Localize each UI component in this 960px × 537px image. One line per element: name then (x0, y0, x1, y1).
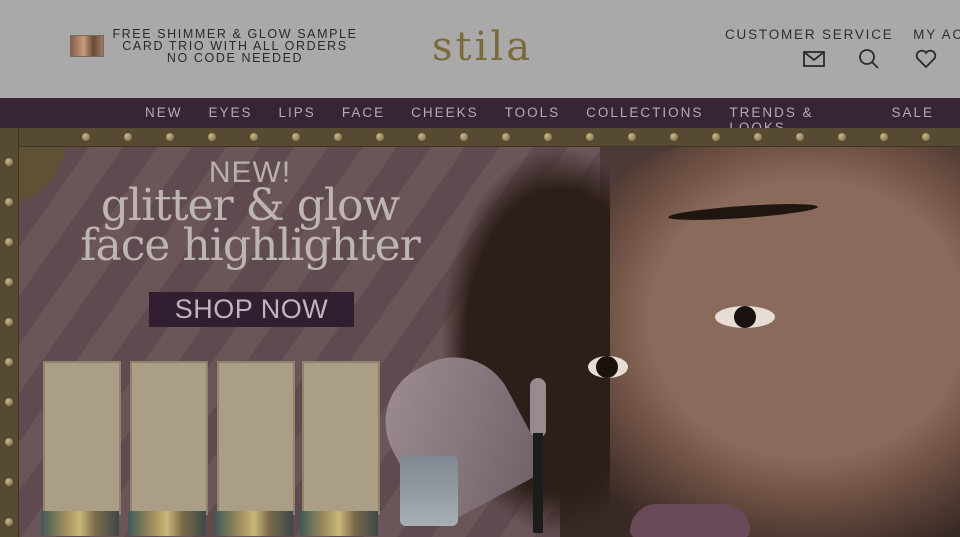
rivet (5, 278, 13, 286)
rivet (712, 133, 720, 141)
model-pupil-right (734, 306, 756, 328)
rivet (754, 133, 762, 141)
mail-icon[interactable] (802, 48, 826, 70)
customer-service-link[interactable]: CUSTOMER SERVICE (725, 27, 894, 42)
rivet (5, 398, 13, 406)
product-tube (217, 361, 295, 515)
hero-title-line-2: face highlighter (80, 220, 421, 271)
rivet (5, 518, 13, 526)
rivet (250, 133, 258, 141)
heart-icon[interactable] (914, 48, 938, 70)
product-tube (43, 361, 121, 515)
rivet (418, 133, 426, 141)
rivet (796, 133, 804, 141)
search-icon[interactable] (857, 48, 881, 70)
promo-text: FREE SHIMMER & GLOW SAMPLE CARD TRIO WIT… (112, 28, 358, 65)
my-account-link[interactable]: MY ACCO (913, 27, 960, 42)
product-cap (128, 511, 206, 536)
rivet (838, 133, 846, 141)
rivet-border-left (0, 128, 19, 537)
highlighter-jar (400, 456, 458, 526)
promo-line-3: NO CODE NEEDED (166, 51, 304, 65)
hero-banner[interactable]: NEW! glitter & glow face highlighter SHO… (0, 128, 960, 537)
main-nav: NEW EYES LIPS FACE CHEEKS TOOLS COLLECTI… (0, 98, 960, 135)
product-tube (302, 361, 380, 515)
product-tube (130, 361, 208, 515)
rivet (334, 133, 342, 141)
shop-now-button[interactable]: SHOP NOW (149, 292, 354, 327)
promo-banner[interactable]: FREE SHIMMER & GLOW SAMPLE CARD TRIO WIT… (70, 28, 358, 64)
rivet (376, 133, 384, 141)
highlighter-wand (533, 433, 543, 533)
rivet (544, 133, 552, 141)
rivet (670, 133, 678, 141)
rivet (82, 133, 90, 141)
rivet (166, 133, 174, 141)
utility-links: CUSTOMER SERVICE MY ACCO (725, 27, 960, 42)
rivet (628, 133, 636, 141)
rivet (586, 133, 594, 141)
rivet (5, 438, 13, 446)
rivet (124, 133, 132, 141)
rivet (208, 133, 216, 141)
model-face-image (560, 142, 960, 537)
model-pupil-left (596, 356, 618, 378)
rivet (460, 133, 468, 141)
rivet (922, 133, 930, 141)
hero-title: glitter & glow face highlighter (45, 184, 455, 271)
stila-logo[interactable]: stila (432, 24, 533, 70)
rivet (502, 133, 510, 141)
highlighter-wand-tip (530, 378, 546, 438)
product-cap (300, 511, 378, 536)
promo-thumbnail (70, 35, 104, 57)
rivet (5, 238, 13, 246)
rivet (292, 133, 300, 141)
top-header: FREE SHIMMER & GLOW SAMPLE CARD TRIO WIT… (0, 0, 960, 98)
rivet (5, 198, 13, 206)
rivet (880, 133, 888, 141)
product-cap (41, 511, 119, 536)
rivet (5, 358, 13, 366)
product-cap (215, 511, 293, 536)
model-lips (630, 504, 750, 537)
rivet (5, 478, 13, 486)
rivet (5, 158, 13, 166)
rivet (5, 318, 13, 326)
rivet-border-top (0, 128, 960, 147)
